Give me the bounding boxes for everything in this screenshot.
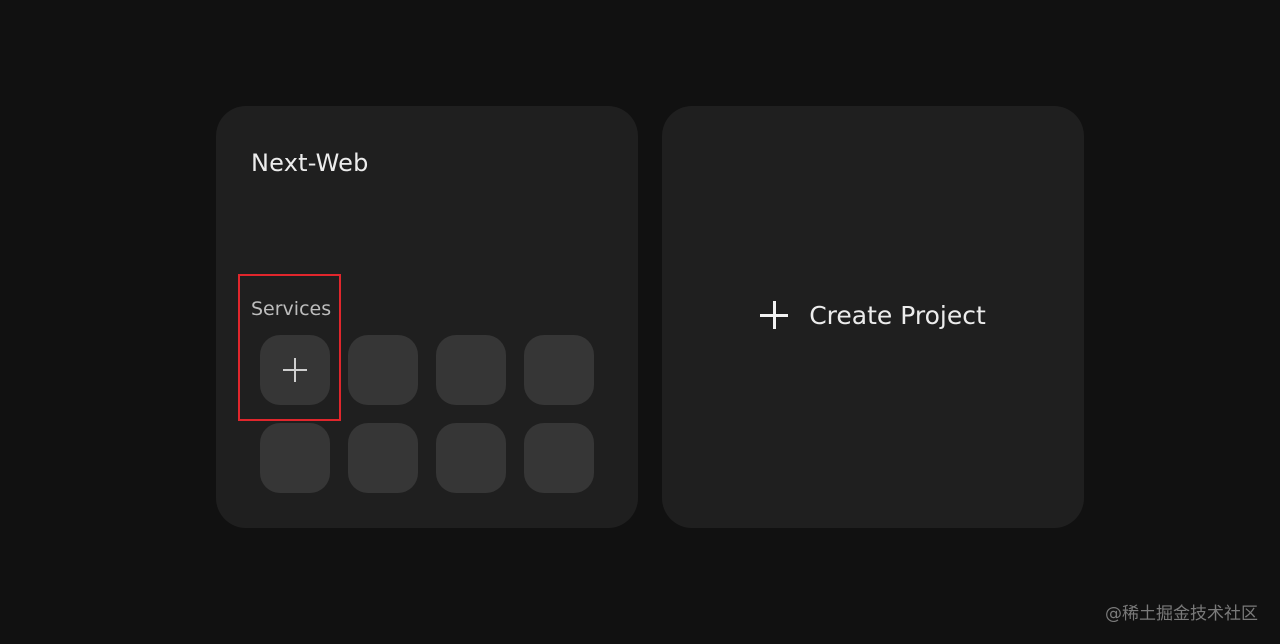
- service-slot: [524, 423, 594, 493]
- service-slot: [524, 335, 594, 405]
- service-slot: [436, 335, 506, 405]
- watermark: @稀土掘金技术社区: [1105, 604, 1258, 624]
- plus-icon: [283, 358, 307, 382]
- service-slot: [348, 335, 418, 405]
- add-service-button[interactable]: [260, 335, 330, 405]
- project-title: Next-Web: [251, 149, 369, 177]
- service-slot: [436, 423, 506, 493]
- service-slot: [260, 423, 330, 493]
- service-slot: [348, 423, 418, 493]
- plus-icon: [760, 301, 789, 329]
- services-label: Services: [251, 298, 332, 320]
- create-project-button[interactable]: Create Project: [662, 106, 1084, 528]
- service-slots: [260, 335, 594, 493]
- create-project-label: Create Project: [809, 300, 986, 330]
- project-card[interactable]: Next-Web Services: [216, 106, 638, 528]
- create-project-content: Create Project: [760, 301, 986, 330]
